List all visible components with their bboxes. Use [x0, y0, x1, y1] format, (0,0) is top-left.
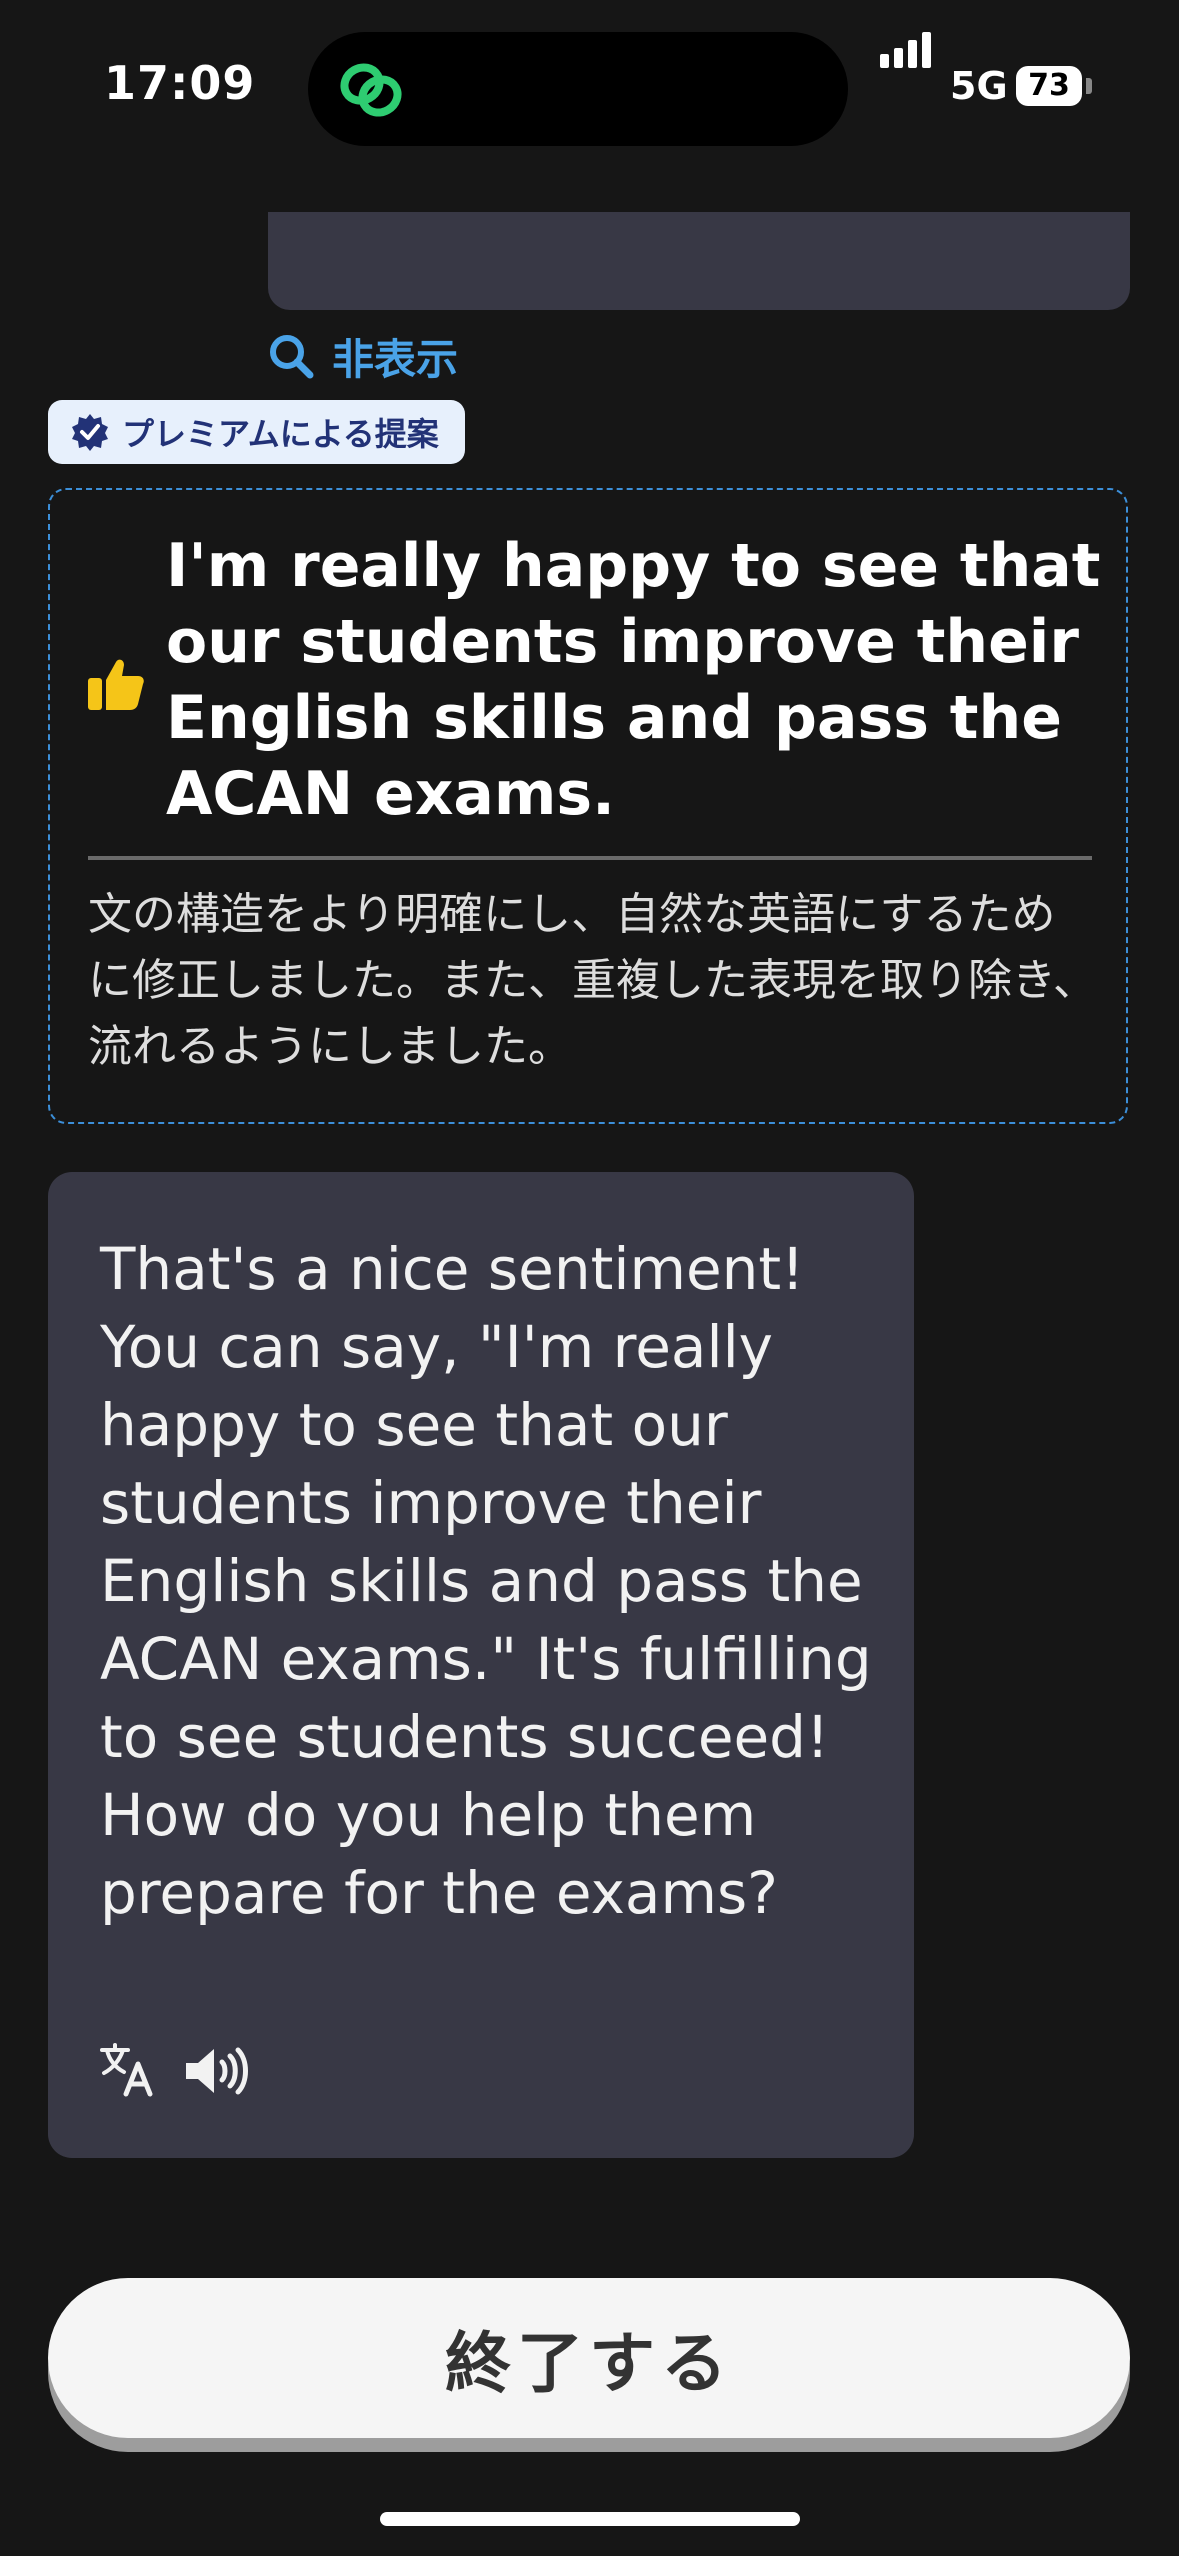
hide-feedback-button[interactable]: 非表示: [268, 326, 458, 386]
battery-tip: [1086, 78, 1092, 94]
suggested-sentence: I'm really happy to see that our student…: [166, 531, 1101, 829]
suggestion-explanation: 文の構造をより明確にし、自然な英語にするために修正しました。また、重複した表現を…: [88, 889, 1097, 1072]
finish-button[interactable]: 終了する: [48, 2278, 1130, 2438]
battery-icon: 73: [1016, 66, 1082, 106]
card-divider: [88, 856, 1092, 860]
finish-button-label: 終了する: [445, 2325, 733, 2402]
user-message-bubble: [268, 212, 1130, 310]
verified-badge-icon: [72, 414, 108, 451]
status-time: 17:09: [104, 56, 256, 110]
ai-message-text: That's a nice sentiment! You can say, "I…: [100, 1235, 872, 1927]
premium-badge: プレミアムによる提案: [48, 400, 465, 464]
speaker-icon[interactable]: [184, 2046, 250, 2096]
home-indicator[interactable]: [380, 2512, 800, 2526]
network-label: 5G: [950, 64, 1008, 108]
hide-label: 非表示: [332, 334, 459, 384]
search-icon: [270, 335, 314, 379]
ai-message-bubble: That's a nice sentiment! You can say, "I…: [48, 1172, 914, 2158]
premium-badge-label: プレミアムによる提案: [122, 415, 439, 453]
translate-icon[interactable]: [98, 2042, 156, 2098]
app-link-icon: [340, 63, 402, 117]
thumbs-up-icon: [88, 659, 144, 710]
dynamic-island: [308, 32, 848, 146]
suggestion-card: I'm really happy to see that our student…: [48, 488, 1128, 1124]
